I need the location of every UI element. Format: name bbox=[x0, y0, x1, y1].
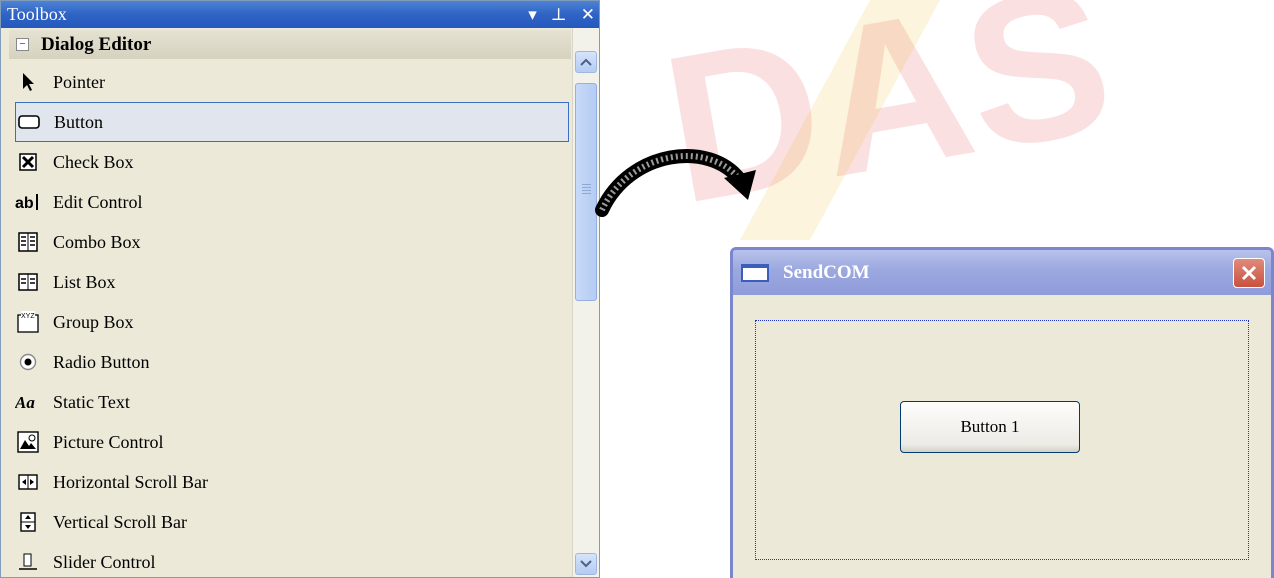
dialog-window: SendCOM Button 1 bbox=[730, 247, 1274, 578]
toolbox-item-check-box[interactable]: Check Box bbox=[15, 142, 575, 182]
edit-control-icon: ab bbox=[15, 191, 41, 213]
toolbox-item-button[interactable]: Button bbox=[15, 102, 569, 142]
svg-text:ab: ab bbox=[15, 195, 34, 212]
toolbox-item-label: Pointer bbox=[53, 71, 105, 92]
toolbox-title: Toolbox bbox=[7, 4, 67, 24]
toolbox-item-label: Edit Control bbox=[53, 191, 143, 212]
toolbox-item-list-box[interactable]: List Box bbox=[15, 262, 575, 302]
toolbox-body: − Dialog Editor Pointer Button Check Box… bbox=[1, 28, 575, 577]
toolbox-titlebar[interactable]: Toolbox ▾ ⊥ ✕ bbox=[1, 1, 599, 28]
toolbox-item-vertical-scroll-bar[interactable]: Vertical Scroll Bar bbox=[15, 502, 575, 542]
vscroll-icon bbox=[15, 511, 41, 533]
toolbox-item-radio-button[interactable]: Radio Button bbox=[15, 342, 575, 382]
combo-box-icon bbox=[15, 231, 41, 253]
svg-text:XYZ: XYZ bbox=[21, 313, 35, 320]
toolbox-item-horizontal-scroll-bar[interactable]: Horizontal Scroll Bar bbox=[15, 462, 575, 502]
scroll-up-button[interactable] bbox=[575, 51, 597, 73]
picture-control-icon bbox=[15, 431, 41, 453]
toolbox-item-label: Picture Control bbox=[53, 431, 164, 452]
toolbox-item-group-box[interactable]: XYZ Group Box bbox=[15, 302, 575, 342]
toolbox-panel: Toolbox ▾ ⊥ ✕ − Dialog Editor Pointer Bu… bbox=[0, 0, 600, 578]
toolbox-item-edit-control[interactable]: ab Edit Control bbox=[15, 182, 575, 222]
pin-icon[interactable]: ⊥ bbox=[551, 1, 567, 28]
toolbox-item-label: Combo Box bbox=[53, 231, 141, 252]
pointer-icon bbox=[15, 71, 41, 93]
toolbox-item-list: Pointer Button Check Box ab Edit Control bbox=[1, 62, 575, 577]
close-icon[interactable]: ✕ bbox=[581, 1, 595, 28]
curved-arrow-icon bbox=[595, 149, 756, 217]
chevron-up-icon bbox=[580, 58, 592, 66]
list-box-icon bbox=[15, 271, 41, 293]
toolbox-item-label: Slider Control bbox=[53, 551, 156, 572]
toolbox-item-label: Group Box bbox=[53, 311, 134, 332]
static-text-icon: Aa bbox=[15, 391, 41, 413]
button-1[interactable]: Button 1 bbox=[900, 401, 1080, 453]
toolbox-item-picture-control[interactable]: Picture Control bbox=[15, 422, 575, 462]
toolbox-item-label: Vertical Scroll Bar bbox=[53, 511, 187, 532]
toolbox-item-label: List Box bbox=[53, 271, 116, 292]
slider-icon bbox=[15, 551, 41, 573]
toolbox-item-label: Static Text bbox=[53, 391, 130, 412]
scroll-down-button[interactable] bbox=[575, 553, 597, 575]
radio-button-icon bbox=[15, 351, 41, 373]
checkbox-icon bbox=[15, 151, 41, 173]
chevron-down-icon bbox=[580, 560, 592, 568]
chevron-down-icon[interactable]: ▾ bbox=[528, 1, 537, 28]
collapse-icon[interactable]: − bbox=[16, 38, 29, 51]
dialog-client-area: Button 1 bbox=[755, 320, 1249, 560]
svg-text:Aa: Aa bbox=[15, 393, 35, 412]
dialog-close-button[interactable] bbox=[1233, 258, 1265, 288]
toolbox-item-slider-control[interactable]: Slider Control bbox=[15, 542, 575, 577]
window-icon bbox=[741, 263, 769, 282]
group-header-label: Dialog Editor bbox=[41, 33, 152, 55]
toolbox-item-label: Button bbox=[54, 111, 104, 132]
toolbox-item-label: Horizontal Scroll Bar bbox=[53, 471, 208, 492]
dialog-titlebar[interactable]: SendCOM bbox=[733, 250, 1271, 295]
toolbox-item-pointer[interactable]: Pointer bbox=[15, 62, 575, 102]
group-box-icon: XYZ bbox=[15, 311, 41, 333]
toolbox-item-combo-box[interactable]: Combo Box bbox=[15, 222, 575, 262]
toolbox-item-static-text[interactable]: Aa Static Text bbox=[15, 382, 575, 422]
dialog-title: SendCOM bbox=[783, 261, 870, 283]
group-header-dialog-editor[interactable]: − Dialog Editor bbox=[9, 30, 571, 59]
button-1-label: Button 1 bbox=[960, 417, 1020, 436]
hscroll-icon bbox=[15, 471, 41, 493]
vertical-scrollbar[interactable] bbox=[572, 28, 599, 577]
toolbox-item-label: Check Box bbox=[53, 151, 134, 172]
toolbox-item-label: Radio Button bbox=[53, 351, 150, 372]
close-icon bbox=[1241, 265, 1257, 281]
button-icon bbox=[16, 111, 42, 133]
